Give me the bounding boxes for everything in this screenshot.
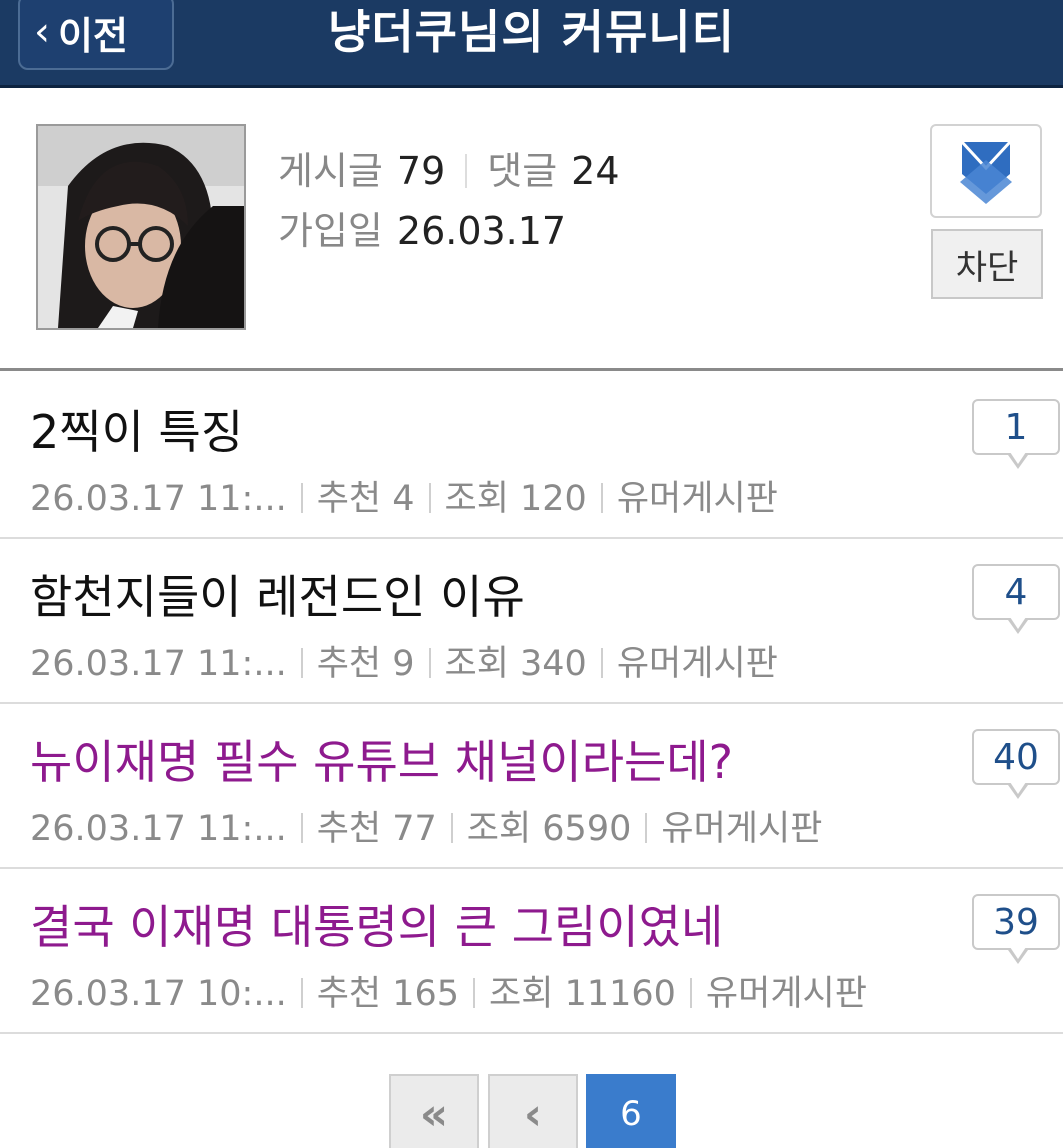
- comments-count: 24: [571, 149, 620, 193]
- stats-row-joined: 가입일 26.03.17: [278, 201, 620, 261]
- post-board: 유머게시판: [661, 809, 823, 849]
- divider: [600, 483, 603, 513]
- page-title: 냥더쿠님의 커뮤니티: [328, 5, 735, 59]
- post-date: 26.03.17 11:...: [30, 479, 287, 519]
- post-recommend: 추천 4: [316, 479, 415, 519]
- divider: [428, 483, 431, 513]
- list-item[interactable]: 뉴이재명 필수 유튜브 채널이라는데? 26.03.17 11:... 추천 77…: [0, 704, 1063, 869]
- profile-section: 게시글 79 댓글 24 가입일 26.03.17 차단: [0, 91, 1063, 371]
- list-item[interactable]: 결국 이재명 대통령의 큰 그림이였네 26.03.17 10:... 추천 16…: [0, 869, 1063, 1034]
- comments-label: 댓글: [487, 149, 558, 193]
- joined-label: 가입일: [278, 209, 383, 253]
- list-item[interactable]: 함천지들이 레전드인 이유 26.03.17 11:... 추천 9 조회 340 유…: [0, 539, 1063, 704]
- post-board: 유머게시판: [705, 974, 867, 1014]
- divider: [465, 153, 468, 188]
- profile-stats: 게시글 79 댓글 24 가입일 26.03.17: [278, 141, 620, 261]
- divider: [300, 813, 303, 843]
- post-views: 조회 11160: [489, 974, 676, 1014]
- post-recommend: 추천 9: [316, 644, 415, 684]
- divider: [428, 648, 431, 678]
- post-recommend: 추천 165: [316, 974, 460, 1014]
- divider: [473, 978, 476, 1008]
- stats-row-counts: 게시글 79 댓글 24: [278, 141, 620, 201]
- posts-label: 게시글: [278, 149, 383, 193]
- post-recommend: 추천 77: [316, 809, 437, 849]
- reply-count-badge[interactable]: 4: [972, 564, 1060, 634]
- bookmark-ribbon-icon: [960, 140, 1012, 204]
- list-item[interactable]: 2찍이 특징 26.03.17 11:... 추천 4 조회 120 유머게시판 1: [0, 374, 1063, 539]
- avatar-photo: [38, 126, 244, 328]
- double-chevron-left-icon: «: [419, 1088, 449, 1140]
- post-title[interactable]: 결국 이재명 대통령의 큰 그림이였네: [30, 891, 723, 957]
- divider: [300, 648, 303, 678]
- joined-date: 26.03.17: [396, 209, 567, 253]
- post-views: 조회 340: [444, 644, 587, 684]
- reply-count-badge[interactable]: 39: [972, 894, 1060, 964]
- post-date: 26.03.17 10:...: [30, 974, 287, 1014]
- post-meta: 26.03.17 11:... 추천 77 조회 6590 유머게시판: [30, 800, 822, 851]
- post-title[interactable]: 2찍이 특징: [30, 396, 243, 462]
- follow-button[interactable]: [930, 124, 1042, 218]
- post-board: 유머게시판: [616, 479, 778, 519]
- divider: [300, 978, 303, 1008]
- post-title[interactable]: 뉴이재명 필수 유튜브 채널이라는데?: [30, 726, 733, 792]
- prev-page-button[interactable]: ‹: [488, 1074, 578, 1148]
- post-meta: 26.03.17 11:... 추천 4 조회 120 유머게시판: [30, 470, 778, 521]
- current-page-label: 6: [620, 1094, 642, 1134]
- divider: [600, 648, 603, 678]
- current-page-button[interactable]: 6: [586, 1074, 676, 1148]
- chevron-left-icon: ‹: [523, 1088, 543, 1140]
- divider: [689, 978, 692, 1008]
- post-date: 26.03.17 11:...: [30, 809, 287, 849]
- post-meta: 26.03.17 10:... 추천 165 조회 11160 유머게시판: [30, 965, 867, 1016]
- app-header: ‹ 이전 냥더쿠님의 커뮤니티: [0, 0, 1063, 88]
- post-board: 유머게시판: [616, 644, 778, 684]
- post-views: 조회 6590: [466, 809, 632, 849]
- posts-count: 79: [396, 149, 446, 193]
- post-views: 조회 120: [444, 479, 587, 519]
- block-button[interactable]: 차단: [931, 229, 1043, 299]
- first-page-button[interactable]: «: [389, 1074, 479, 1148]
- post-title[interactable]: 함천지들이 레전드인 이유: [30, 561, 525, 627]
- avatar: [36, 124, 246, 330]
- reply-count-badge[interactable]: 1: [972, 399, 1060, 469]
- divider: [645, 813, 648, 843]
- post-meta: 26.03.17 11:... 추천 9 조회 340 유머게시판: [30, 635, 778, 686]
- post-date: 26.03.17 11:...: [30, 644, 287, 684]
- divider: [300, 483, 303, 513]
- reply-count-badge[interactable]: 40: [972, 729, 1060, 799]
- divider: [450, 813, 453, 843]
